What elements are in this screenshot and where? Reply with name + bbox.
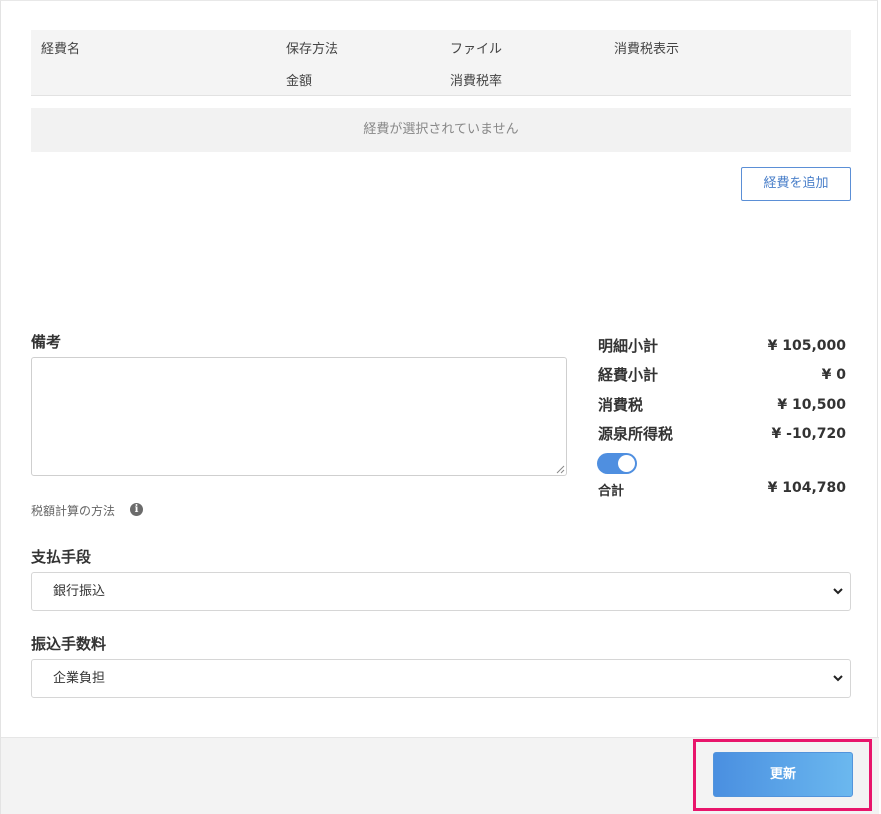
add-expense-button[interactable]: 経費を追加	[741, 167, 851, 201]
col-tax-rate: 消費税率	[450, 74, 503, 89]
detail-subtotal-value: ¥ 105,000	[767, 338, 846, 354]
expense-table-header: 経費名 保存方法 ファイル 消費税表示 金額 消費税率	[31, 30, 851, 96]
payment-method-select[interactable]: 銀行振込	[31, 572, 851, 611]
col-storage-method: 保存方法	[286, 42, 339, 57]
withholding-tax-label: 源泉所得税	[598, 425, 674, 443]
payment-method-label: 支払手段	[31, 548, 92, 566]
info-icon[interactable]: i	[130, 503, 143, 516]
expense-subtotal-value: ¥ 0	[821, 367, 846, 383]
consumption-tax-label: 消費税	[598, 396, 644, 414]
update-button[interactable]: 更新	[713, 752, 853, 797]
tax-method-label: 税額計算の方法	[31, 504, 116, 518]
toggle-knob	[618, 455, 635, 472]
transfer-fee-select[interactable]: 企業負担	[31, 659, 851, 698]
total-label: 合計	[598, 484, 625, 499]
expense-empty-message: 経費が選択されていません	[31, 108, 851, 152]
resize-handle-icon[interactable]	[555, 464, 565, 474]
transfer-fee-value: 企業負担	[53, 671, 106, 686]
transfer-fee-label: 振込手数料	[31, 635, 107, 653]
withholding-tax-toggle[interactable]	[597, 453, 637, 474]
chevron-down-icon	[833, 675, 843, 682]
remarks-label: 備考	[31, 333, 62, 351]
col-file: ファイル	[450, 42, 503, 57]
consumption-tax-value: ¥ 10,500	[777, 397, 846, 413]
remarks-textarea[interactable]	[31, 357, 567, 476]
col-expense-name: 経費名	[41, 42, 81, 57]
col-tax-display: 消費税表示	[614, 42, 680, 57]
invoice-form-panel: 経費名 保存方法 ファイル 消費税表示 金額 消費税率 経費が選択されていません…	[0, 0, 879, 814]
total-value: ¥ 104,780	[767, 480, 846, 496]
detail-subtotal-label: 明細小計	[598, 337, 659, 355]
col-amount: 金額	[286, 74, 313, 89]
payment-method-value: 銀行振込	[53, 584, 106, 599]
chevron-down-icon	[833, 588, 843, 595]
expense-subtotal-label: 経費小計	[598, 366, 659, 384]
withholding-tax-value: ¥ -10,720	[771, 426, 846, 442]
